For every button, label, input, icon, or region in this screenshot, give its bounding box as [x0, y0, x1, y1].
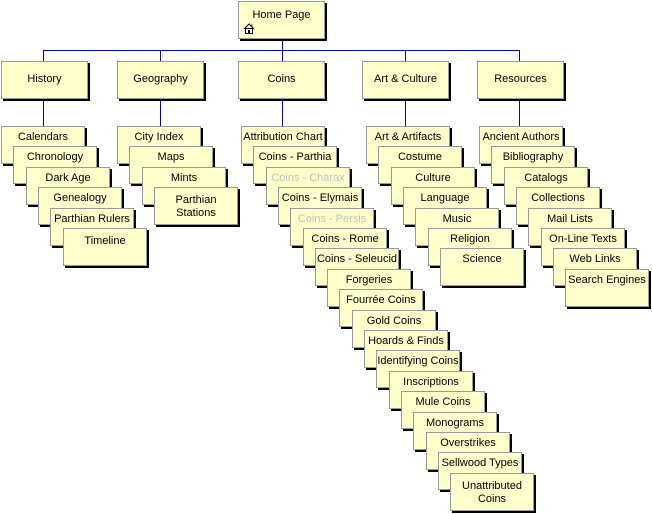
page-label: Unattributed Coins [462, 480, 522, 505]
page-label: Maps [157, 151, 185, 163]
page-label: Mail Lists [547, 213, 593, 225]
home-page-node[interactable]: Home Page [238, 1, 325, 39]
page-label: Mule Coins [415, 396, 471, 408]
page-label: Culture [415, 172, 451, 184]
page-label: Science [462, 253, 502, 265]
page-label: Coins - Charax [271, 172, 345, 184]
page-label: Hoards & Finds [368, 335, 444, 347]
page-label: Genealogy [53, 192, 107, 204]
page-timeline[interactable]: Timeline [63, 228, 147, 266]
section-geography[interactable]: Geography [117, 61, 204, 99]
page-label: Coins - Elymais [281, 192, 359, 204]
home-page-label: Home Page [252, 9, 311, 21]
connector-root-down [282, 38, 283, 50]
page-label: Ancient Authors [482, 131, 560, 143]
page-label: Sellwood Types [441, 457, 519, 469]
page-label: Mints [170, 172, 198, 184]
section-history[interactable]: History [1, 61, 88, 99]
page-label: Costume [397, 151, 443, 163]
home-icon [243, 23, 255, 34]
page-label: Chronology [26, 151, 84, 163]
page-label: Attribution Chart [243, 131, 323, 143]
page-label: Dark Age [45, 172, 91, 184]
page-label: On-Line Texts [549, 233, 617, 245]
page-label: Inscriptions [403, 376, 459, 388]
connector-coins-top [282, 50, 283, 61]
page-label: Web Links [569, 253, 621, 265]
connector-history-children [43, 99, 44, 126]
page-label: Coins - Rome [311, 233, 379, 245]
page-label: Fourrée Coins [346, 294, 416, 306]
connector-resources-children [519, 99, 520, 126]
section-coins[interactable]: Coins [238, 61, 325, 99]
page-label: Bibliography [502, 151, 564, 163]
connector-resources-top [519, 50, 520, 61]
page-label: Collections [531, 192, 585, 204]
page-label: Gold Coins [366, 315, 422, 327]
page-label: Coins - Parthia [258, 151, 332, 163]
page-unattributed-coins[interactable]: Unattributed Coins [450, 473, 534, 511]
section-art-and-culture[interactable]: Art & Culture [362, 61, 449, 99]
page-science[interactable]: Science [440, 248, 524, 286]
page-label: Parthian Stations [175, 194, 217, 219]
page-label: Monograms [425, 417, 485, 429]
connector-art-and-culture-children [405, 99, 406, 126]
page-label: Parthian Rulers [54, 213, 130, 225]
page-label: Timeline [84, 235, 126, 247]
section-label: Art & Culture [374, 73, 437, 85]
page-label: Religion [450, 233, 490, 245]
section-label: Geography [133, 73, 188, 85]
section-resources[interactable]: Resources [477, 61, 564, 99]
page-search-engines[interactable]: Search Engines [565, 269, 649, 307]
page-label: Forgeries [345, 274, 393, 286]
connector-geography-children [160, 99, 161, 126]
page-label: City Index [134, 131, 184, 143]
connector-geography-top [160, 50, 161, 61]
page-label: Search Engines [568, 274, 646, 286]
page-label: Music [442, 213, 472, 225]
page-label: Language [420, 192, 470, 204]
page-label: Coins - Persis [297, 213, 367, 225]
page-label: Art & Artifacts [374, 131, 442, 143]
connector-history-top [43, 50, 44, 61]
page-label: Catalogs [524, 172, 568, 184]
page-label: Coins - Seleucid [316, 253, 398, 265]
page-label: Identifying Coins [377, 355, 459, 367]
page-parthian-stations[interactable]: Parthian Stations [154, 187, 238, 225]
section-label: History [27, 73, 62, 85]
section-label: Resources [494, 73, 547, 85]
page-label: Calendars [17, 131, 69, 143]
page-label: Overstrikes [440, 437, 496, 449]
connector-art-and-culture-top [405, 50, 406, 61]
connector-coins-children [282, 99, 283, 126]
section-label: Coins [267, 73, 296, 85]
